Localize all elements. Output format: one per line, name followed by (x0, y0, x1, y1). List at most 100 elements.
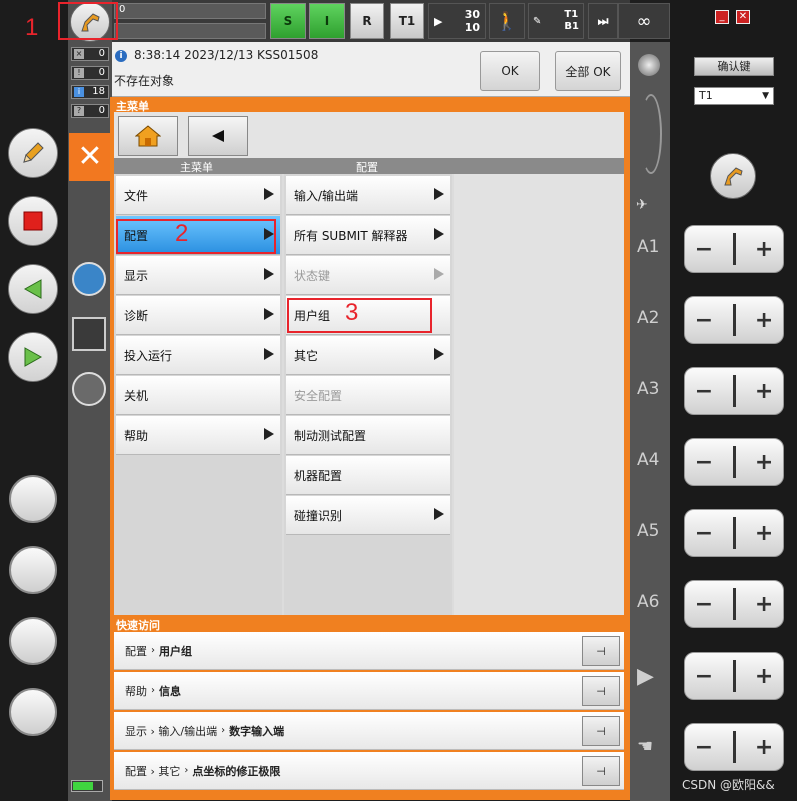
pin-button[interactable]: ⊣ (582, 756, 620, 786)
jog-tool-icon[interactable]: ✈ (636, 197, 662, 217)
jog-key[interactable]: − + (684, 438, 784, 486)
jog-key[interactable]: − + (684, 225, 784, 273)
quick-access-row[interactable]: 配置 › 用户组 ⊣ (114, 632, 624, 670)
fast-forward-icon[interactable]: ⏭ (588, 3, 618, 39)
menu-item-label: 输入/输出端 (294, 188, 359, 203)
pin-button[interactable]: ⊣ (582, 636, 620, 666)
jog-key-7[interactable]: − + (684, 652, 784, 700)
chevron-right-icon (434, 348, 444, 360)
menu-item-label: 关机 (124, 388, 149, 403)
walking-figure-icon[interactable]: 🚶 (489, 3, 525, 39)
robot-settings-icon[interactable] (72, 262, 106, 296)
robot-jog-button[interactable] (710, 153, 756, 199)
menu-item-label: 投入运行 (124, 348, 173, 363)
menu-item-label: 显示 (124, 268, 149, 283)
back-arrow-icon (212, 130, 224, 142)
main-menu-item[interactable]: 投入运行 (116, 336, 280, 375)
divider (732, 375, 736, 407)
override-speed[interactable]: ▶ 30 10 (428, 3, 486, 39)
all-ok-button[interactable]: 全部 OK (555, 51, 621, 91)
softkey-2[interactable] (9, 546, 57, 594)
jog-key-8[interactable]: − + (684, 723, 784, 771)
start-backward-button[interactable] (8, 264, 58, 314)
mode-t1[interactable]: T1 (390, 3, 424, 39)
chevron-right-icon (264, 308, 274, 320)
play-forward-icon (24, 347, 43, 367)
menu-item-label: 状态键 (294, 268, 331, 283)
annotation-2: 2 (175, 220, 189, 247)
globe-icon[interactable] (638, 54, 660, 76)
tool-base-display[interactable]: ✎ T1 B1 (528, 3, 584, 39)
quick-access-path: 配置 › 其它 (125, 764, 181, 778)
softkey-1[interactable] (9, 475, 57, 523)
quick-access-row[interactable]: 帮助 › 信息 ⊣ (114, 672, 624, 710)
divider (732, 588, 736, 620)
run-mode-infinity[interactable]: ∞ (618, 3, 670, 39)
clock-icon[interactable] (72, 317, 106, 351)
config-menu-item[interactable]: 机器配置 (286, 456, 450, 495)
error-count: × 0 (71, 47, 109, 61)
quick-access-row[interactable]: 配置 › 其它 › 点坐标的修正极限 ⊣ (114, 752, 624, 790)
jog-key[interactable]: − + (684, 509, 784, 557)
menu-item-label: 安全配置 (294, 388, 343, 403)
mode-select[interactable]: T1 ▼ (694, 87, 774, 105)
main-menu-item[interactable]: 文件 (116, 176, 280, 215)
robot-interpreter-r[interactable]: R (350, 3, 384, 39)
pin-button[interactable]: ⊣ (582, 716, 620, 746)
jog-key[interactable]: − + (684, 367, 784, 415)
minimize-icon[interactable]: _ (715, 10, 729, 24)
main-menu-item[interactable]: 显示 (116, 256, 280, 295)
pin-icon: ⊣ (596, 644, 606, 658)
config-menu-item[interactable]: 输入/输出端 (286, 176, 450, 215)
menu-item-label: 帮助 (124, 428, 149, 443)
quick-access-leaf: 信息 (159, 684, 181, 698)
main-menu-item[interactable]: 帮助 (116, 416, 280, 455)
close-window-icon[interactable]: ✕ (736, 10, 750, 24)
plus-icon: + (754, 449, 774, 475)
annotation-box-2 (116, 219, 276, 254)
jog-key[interactable]: − + (684, 296, 784, 344)
axis-label: A1 (637, 237, 660, 257)
pencil-icon (23, 142, 44, 163)
config-menu-item[interactable]: 其它 (286, 336, 450, 375)
ok-button[interactable]: OK (480, 51, 540, 91)
quick-access-path: 显示 › 输入/输出端 (125, 724, 218, 738)
annotation-box-1 (58, 2, 118, 40)
menu-item-label: 机器配置 (294, 468, 343, 483)
main-menu-item[interactable]: 诊断 (116, 296, 280, 335)
annotation-1: 1 (25, 14, 39, 41)
config-menu-item[interactable]: 所有 SUBMIT 解释器 (286, 216, 450, 255)
program-progress-bar: 0 (114, 3, 266, 19)
config-menu-item[interactable]: 碰撞识别 (286, 496, 450, 535)
menu-item-label: 所有 SUBMIT 解释器 (294, 228, 408, 243)
config-menu-item[interactable]: 制动测试配置 (286, 416, 450, 455)
jog-key[interactable]: − + (684, 580, 784, 628)
minus-icon: − (694, 449, 714, 475)
softkey-3[interactable] (9, 617, 57, 665)
stop-button[interactable] (8, 196, 58, 246)
program-progress-bar-2 (114, 23, 266, 39)
column-headers: 主菜单 配置 (114, 158, 624, 174)
quick-access-path: 帮助 (125, 684, 147, 698)
home-button[interactable] (118, 116, 178, 156)
quick-access-row[interactable]: 显示 › 输入/输出端 › 数字输入端 ⊣ (114, 712, 624, 750)
plus-icon: + (754, 591, 774, 617)
pin-button[interactable]: ⊣ (582, 676, 620, 706)
submit-status-s[interactable]: S (270, 3, 306, 39)
confirm-button[interactable]: 确认键 (694, 57, 774, 76)
back-button[interactable] (188, 116, 248, 156)
user-group-icon[interactable] (72, 372, 106, 406)
program-override: 30 (464, 8, 480, 21)
chevron-down-icon: ▼ (762, 91, 769, 101)
drive-status-i[interactable]: I (309, 3, 345, 39)
axis-label: A4 (637, 450, 660, 470)
pencil-button[interactable] (8, 128, 58, 178)
main-menu-item[interactable]: 关机 (116, 376, 280, 415)
close-menu-button[interactable]: ✕ (69, 133, 111, 181)
axis-label: A5 (637, 521, 660, 541)
stop-icon (23, 211, 43, 231)
chevron-right-icon: › (151, 685, 155, 696)
chevron-right-icon: › (151, 645, 155, 656)
softkey-4[interactable] (9, 688, 57, 736)
start-forward-button[interactable] (8, 332, 58, 382)
